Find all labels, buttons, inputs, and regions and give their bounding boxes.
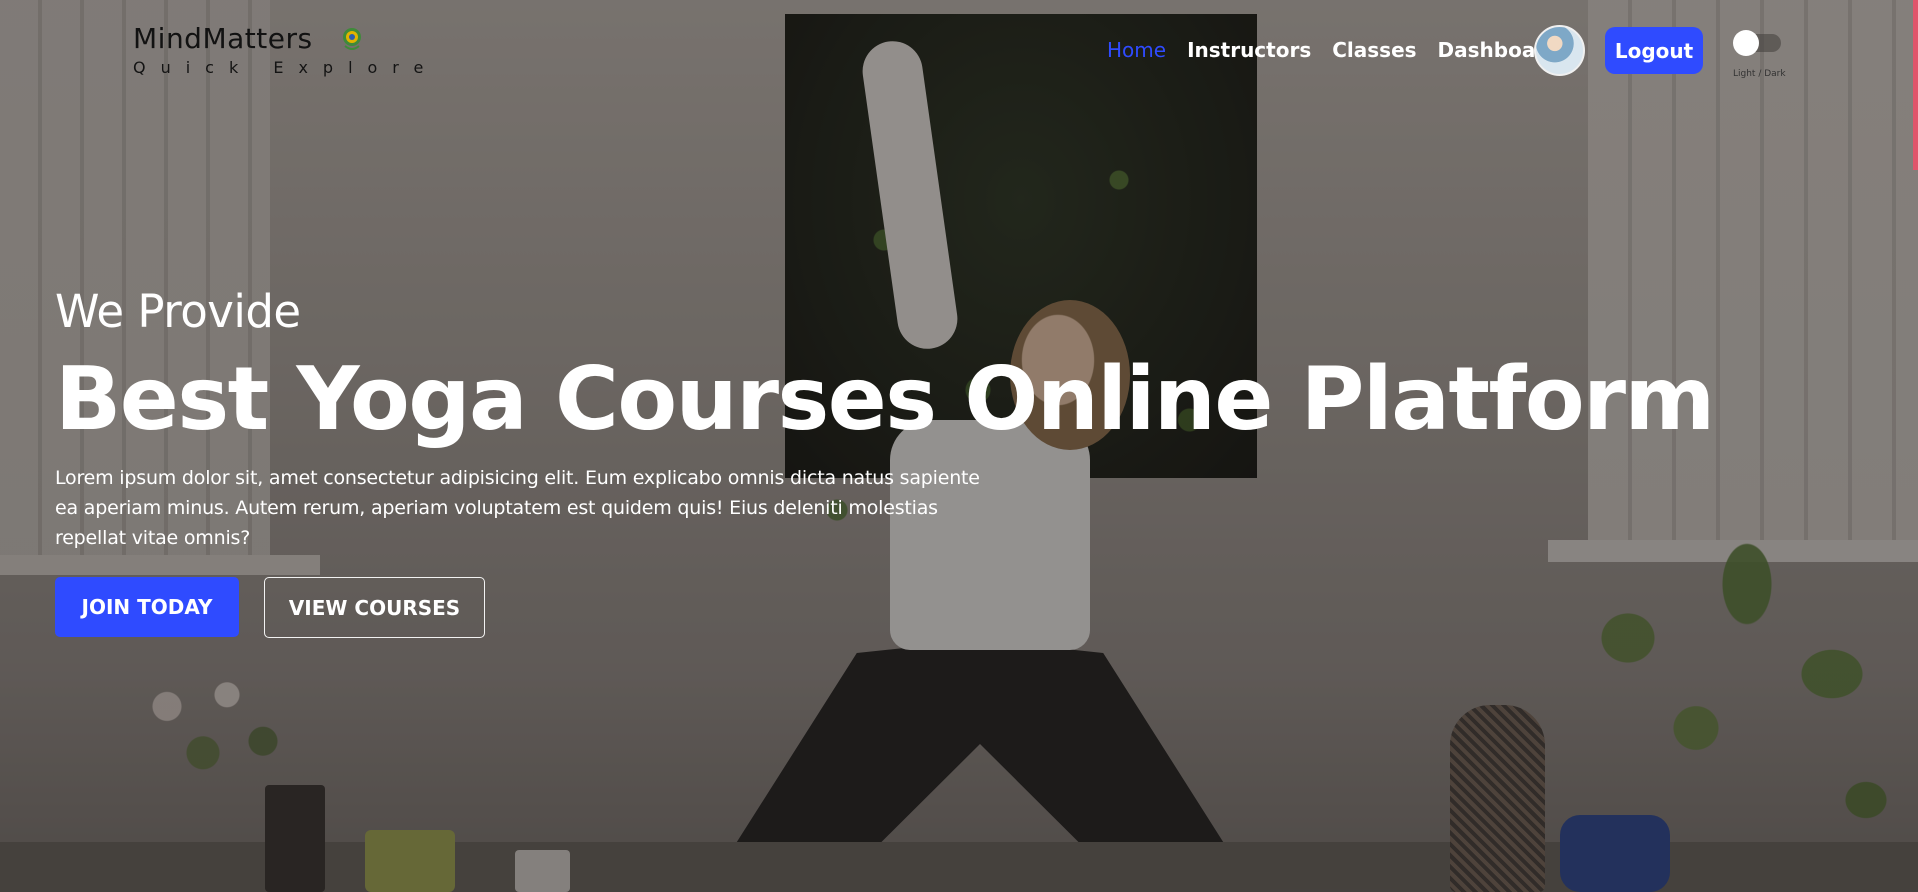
navbar: MindMatters Quick Explore Home Instructo… [0,0,1918,100]
hero-description: Lorem ipsum dolor sit, amet consectetur … [55,467,980,550]
brand-tagline: Quick Explore [133,58,439,77]
brand[interactable]: MindMatters Quick Explore [133,22,438,77]
nav-link-home[interactable]: Home [1107,38,1166,62]
nav-link-instructors[interactable]: Instructors [1187,38,1311,62]
nav-link-classes[interactable]: Classes [1332,38,1416,62]
lotus-logo-icon [339,26,365,52]
hero-pre-title: We Provide [55,285,301,338]
logout-button[interactable]: Logout [1605,27,1703,74]
hero-actions: JOIN TODAY VIEW COURSES [55,577,1714,639]
join-today-button[interactable]: JOIN TODAY [55,577,239,638]
view-courses-button[interactable]: VIEW COURSES [264,577,485,639]
toggle-knob [1733,30,1759,56]
main-nav: Home Instructors Classes Dashboard [1107,38,1560,62]
hero-section: We Provide Best Yoga Courses Online Plat… [55,285,1715,639]
hero-title: Best Yoga Courses Online Platform [55,348,1715,450]
brand-name: MindMatters [133,22,313,55]
user-avatar[interactable] [1534,25,1585,76]
theme-toggle[interactable] [1733,30,1783,56]
theme-toggle-label: Light / Dark [1733,69,1786,79]
